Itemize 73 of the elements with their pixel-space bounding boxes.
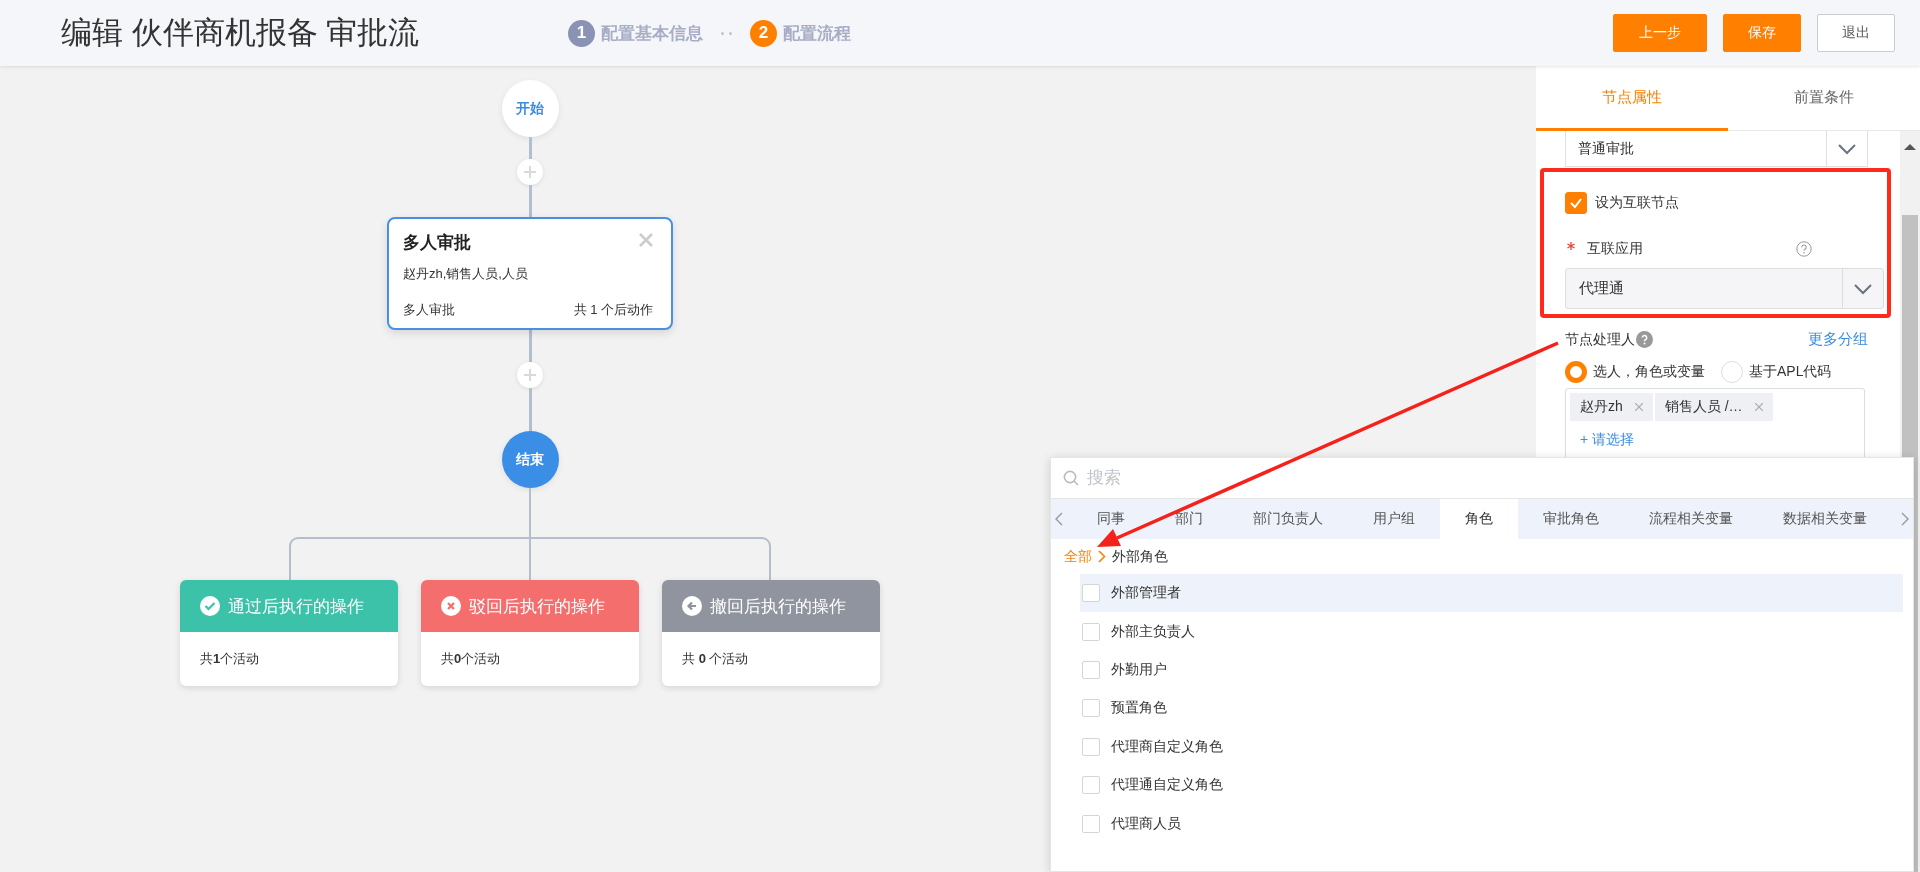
close-icon[interactable]: [639, 233, 653, 247]
picker-tab[interactable]: 同事: [1072, 499, 1150, 539]
close-icon[interactable]: [1754, 403, 1763, 411]
field-label: 节点处理人: [1565, 330, 1635, 349]
role-option[interactable]: 外勤用户: [1080, 650, 1903, 690]
approval-node-card[interactable]: 多人审批 赵丹zh,销售人员,人员 多人审批 共 1 个后动作: [387, 217, 673, 330]
page-title: 编辑 伙伴商机报备 审批流: [61, 14, 421, 52]
activity-count: 共 0 个活动: [682, 650, 749, 668]
check-circle-icon: [200, 596, 220, 616]
scroll-up-icon[interactable]: [1904, 143, 1916, 151]
add-assignee-link[interactable]: + 请选择: [1580, 431, 1635, 449]
action-card-title: 撤回后执行的操作: [710, 595, 846, 618]
picker-tab[interactable]: 角色: [1440, 499, 1518, 539]
step-number: 2: [750, 19, 777, 47]
role-option[interactable]: 外部主负责人: [1080, 612, 1903, 651]
radio-button[interactable]: [1565, 361, 1587, 383]
checkbox[interactable]: [1565, 192, 1587, 214]
field-label: 互联应用: [1587, 240, 1643, 258]
help-icon[interactable]: [1796, 241, 1812, 257]
breadcrumb-current: 外部角色: [1112, 547, 1168, 566]
assignee-tag[interactable]: 赵丹zh: [1570, 393, 1653, 421]
plus-icon: [524, 166, 536, 178]
radio-label: 选人，角色或变量: [1593, 363, 1705, 381]
checkbox[interactable]: [1082, 584, 1100, 603]
x-circle-icon: [441, 596, 461, 616]
chevron-left-icon[interactable]: [1055, 512, 1063, 526]
plus-icon: [524, 369, 536, 381]
add-node-button[interactable]: [517, 159, 543, 185]
action-card[interactable]: 通过后执行的操作 共1个活动: [180, 580, 398, 686]
activity-count: 共0个活动: [441, 650, 501, 668]
more-groups-link[interactable]: 更多分组: [1808, 330, 1868, 349]
role-option[interactable]: 代理商人员: [1080, 804, 1903, 843]
chevron-right-icon[interactable]: [1901, 512, 1909, 526]
role-option[interactable]: 预置角色: [1080, 689, 1903, 728]
radio-label: 基于APL代码: [1749, 363, 1832, 381]
action-card[interactable]: 驳回后执行的操作 共0个活动: [421, 580, 639, 686]
activity-count: 共1个活动: [200, 650, 260, 668]
role-option[interactable]: 代理商自定义角色: [1080, 727, 1903, 766]
arrow-left-circle-icon: [682, 596, 702, 616]
role-option[interactable]: 外部管理者: [1080, 574, 1903, 613]
add-node-button[interactable]: [517, 362, 543, 388]
step-number: 1: [568, 19, 595, 47]
action-card[interactable]: 撤回后执行的操作 共 0 个活动: [662, 580, 880, 686]
check-icon: [1569, 197, 1583, 209]
search-icon: [1063, 470, 1079, 486]
node-actions-count: 共 1 个后动作: [573, 301, 653, 319]
action-card-title: 驳回后执行的操作: [469, 595, 605, 618]
chevron-down-icon: [1837, 142, 1857, 155]
exit-button[interactable]: 退出: [1817, 14, 1895, 52]
help-icon[interactable]: [1636, 331, 1653, 348]
node-type: 多人审批: [403, 301, 455, 319]
app-select[interactable]: 代理通: [1565, 268, 1884, 309]
close-icon[interactable]: [1634, 403, 1643, 411]
node-assignees: 赵丹zh,销售人员,人员: [403, 265, 529, 283]
role-option[interactable]: 代理通自定义角色: [1080, 765, 1903, 805]
action-card-title: 通过后执行的操作: [228, 595, 364, 618]
checkbox[interactable]: [1082, 776, 1100, 795]
chevron-right-icon: [1098, 550, 1106, 563]
checkbox[interactable]: [1082, 622, 1100, 641]
step-dots: [721, 31, 732, 35]
picker-tab[interactable]: 部门: [1150, 499, 1228, 539]
approval-type-select[interactable]: 普通审批: [1565, 131, 1868, 167]
chevron-down-icon: [1853, 282, 1873, 295]
panel-tab[interactable]: 前置条件: [1728, 66, 1920, 131]
checkbox[interactable]: [1082, 699, 1100, 718]
picker-tab[interactable]: 部门负责人: [1228, 499, 1348, 539]
checkbox[interactable]: [1082, 660, 1100, 679]
checkbox[interactable]: [1082, 814, 1100, 833]
assignee-tag[interactable]: 销售人员 /…: [1654, 393, 1773, 421]
picker-tab[interactable]: 用户组: [1348, 499, 1440, 539]
checkbox[interactable]: [1082, 737, 1100, 756]
node-title: 多人审批: [403, 232, 471, 254]
checkbox-label: 设为互联节点: [1595, 194, 1679, 212]
